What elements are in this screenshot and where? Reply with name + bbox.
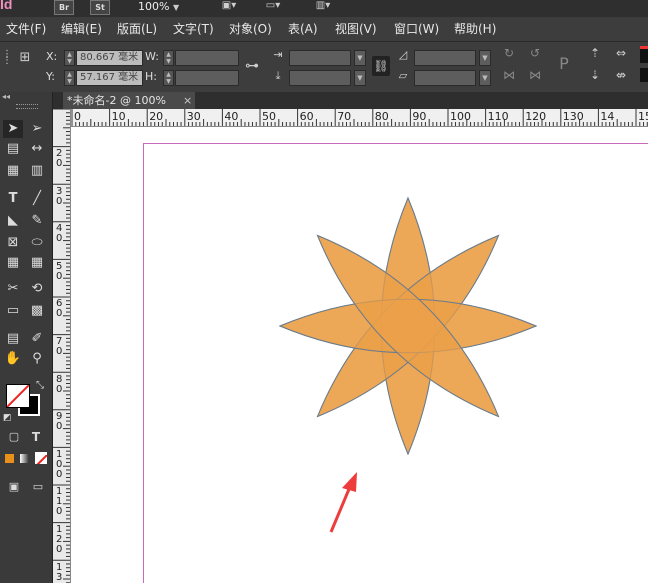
star-shape[interactable]	[278, 196, 538, 456]
red-arrow	[329, 472, 357, 533]
artwork-layer	[278, 196, 538, 533]
